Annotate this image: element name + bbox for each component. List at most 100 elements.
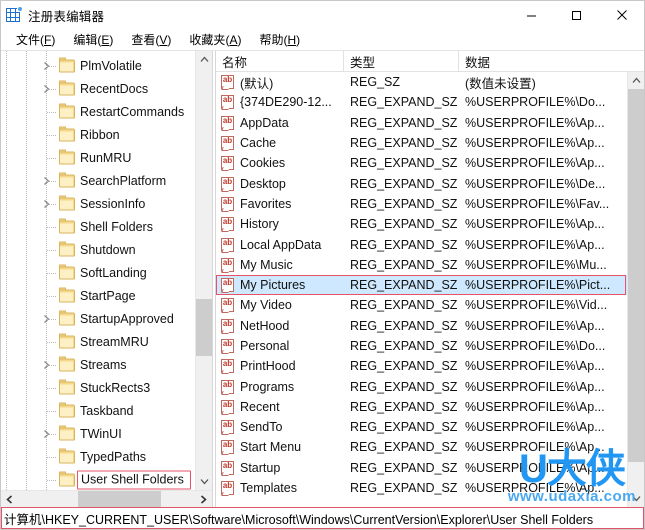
tree-item-taskband[interactable]: Taskband (1, 399, 212, 422)
tree-scroll-right-icon[interactable] (195, 491, 212, 508)
tree-item-stuckrects3[interactable]: StuckRects3 (1, 376, 212, 399)
tree-item-runmru[interactable]: RunMRU (1, 146, 212, 169)
tree-scroll-down-icon[interactable] (196, 473, 213, 490)
tree-item-searchplatform[interactable]: SearchPlatform (1, 169, 212, 192)
title-bar: 注册表编辑器 (1, 1, 644, 29)
cell-name: SendTo (240, 420, 283, 435)
tree-vertical-scrollbar[interactable] (195, 51, 212, 490)
tree-item-startpage[interactable]: StartPage (1, 284, 212, 307)
table-row[interactable]: ab (默认) REG_SZ (数值未设置) (216, 72, 627, 92)
string-value-icon: ab (221, 460, 235, 476)
tree-scroll-track[interactable] (195, 68, 212, 473)
maximize-icon[interactable] (554, 1, 599, 29)
table-row[interactable]: ab Start Menu REG_EXPAND_SZ %USERPROFILE%\A… (216, 437, 627, 457)
table-row[interactable]: ab My Music REG_EXPAND_SZ %USERPROFILE%\Mu.… (216, 255, 627, 275)
tree-connector-line (47, 410, 57, 412)
table-row[interactable]: ab Personal REG_EXPAND_SZ %USERPROFILE%\Do.… (216, 336, 627, 356)
table-row[interactable]: ab Templates REG_EXPAND_SZ %USERPROFILE%\Ap… (216, 478, 627, 498)
column-header-type[interactable]: 类型 (344, 51, 459, 72)
table-row[interactable]: ab Favorites REG_EXPAND_SZ %USERPROFILE%\Fa… (216, 194, 627, 214)
table-row[interactable]: ab PrintHood REG_EXPAND_SZ %USERPROFILE%\Ap… (216, 356, 627, 376)
tree-hscroll-track[interactable] (18, 490, 195, 507)
table-row[interactable]: ab My Pictures REG_EXPAND_SZ %USERPROFILE%\… (216, 274, 627, 296)
list-vertical-scrollbar[interactable] (627, 72, 644, 507)
tree-item-softlanding[interactable]: SoftLanding (1, 261, 212, 284)
list-scroll-up-icon[interactable] (628, 72, 645, 89)
cell-type: REG_EXPAND_SZ (350, 440, 458, 455)
tree-connector-line (47, 295, 57, 297)
table-row[interactable]: ab My Video REG_EXPAND_SZ %USERPROFILE%\Vid… (216, 295, 627, 315)
table-row[interactable]: ab Cookies REG_EXPAND_SZ %USERPROFILE%\Ap..… (216, 153, 627, 173)
table-row[interactable]: ab NetHood REG_EXPAND_SZ %USERPROFILE%\Ap..… (216, 316, 627, 336)
cell-data: %USERPROFILE%\Ap... (465, 359, 605, 374)
tree-item-shell-folders[interactable]: Shell Folders (1, 215, 212, 238)
registry-tree-pane: PlmVolatile RecentDocs RestartCommands Ribb… (1, 51, 212, 507)
table-row[interactable]: ab Desktop REG_EXPAND_SZ %USERPROFILE%\De..… (216, 173, 627, 193)
string-value-icon: ab (221, 115, 235, 131)
tree-item-label: StartPage (80, 288, 136, 303)
cell-data: %USERPROFILE%\Fav... (465, 196, 610, 211)
menu-view[interactable]: 查看(V) (122, 30, 180, 50)
menu-help[interactable]: 帮助(H) (250, 30, 309, 50)
list-scroll-thumb[interactable] (627, 89, 644, 462)
tree-item-shutdown[interactable]: Shutdown (1, 238, 212, 261)
menu-view-label: 查看 (131, 32, 156, 47)
tree-item-restartcommands[interactable]: RestartCommands (1, 100, 212, 123)
folder-icon (59, 126, 75, 141)
table-row[interactable]: ab {374DE290-12... REG_EXPAND_SZ %USERPROFI… (216, 92, 627, 112)
tree-item-ribbon[interactable]: Ribbon (1, 123, 212, 146)
tree-item-label: Shell Folders (80, 219, 153, 234)
menu-favorites[interactable]: 收藏夹(A) (180, 30, 250, 50)
tree-item-typedpaths[interactable]: TypedPaths (1, 445, 212, 468)
column-header-data[interactable]: 数据 (459, 51, 644, 72)
tree-connector-line (47, 65, 57, 67)
tree-connector-line (47, 226, 57, 228)
tree-scroll-up-icon[interactable] (196, 51, 213, 68)
tree-item-sessioninfo[interactable]: SessionInfo (1, 192, 212, 215)
table-row[interactable]: ab Recent REG_EXPAND_SZ %USERPROFILE%\Ap... (216, 397, 627, 417)
cell-data: %USERPROFILE%\Ap... (465, 156, 605, 171)
cell-type: REG_EXPAND_SZ (350, 278, 458, 293)
table-row[interactable]: ab History REG_EXPAND_SZ %USERPROFILE%\Ap..… (216, 214, 627, 234)
menu-file[interactable]: 文件(F) (7, 30, 64, 50)
tree-item-streammru[interactable]: StreamMRU (1, 330, 212, 353)
tree-item-label: StreamMRU (80, 334, 149, 349)
folder-icon (59, 57, 75, 72)
tree-item-twinui[interactable]: TWinUI (1, 422, 212, 445)
table-row[interactable]: ab AppData REG_EXPAND_SZ %USERPROFILE%\Ap..… (216, 113, 627, 133)
tree-scroll-left-icon[interactable] (1, 491, 18, 508)
menu-edit[interactable]: 编辑(E) (64, 30, 122, 50)
tree-item-label: PlmVolatile (80, 58, 142, 73)
table-row[interactable]: ab Startup REG_EXPAND_SZ %USERPROFILE%\Ap..… (216, 458, 627, 478)
tree-connector-line (47, 180, 57, 182)
tree-connector-line (47, 318, 57, 320)
tree-hscroll-thumb[interactable] (78, 490, 162, 507)
column-header-name[interactable]: 名称 (216, 51, 344, 72)
list-scroll-down-icon[interactable] (628, 490, 645, 507)
string-value-icon: ab (221, 278, 235, 294)
folder-icon (59, 471, 75, 486)
tree-item-streams[interactable]: Streams (1, 353, 212, 376)
folder-icon (59, 149, 75, 164)
tree-scroll-thumb[interactable] (195, 298, 212, 356)
status-bar-path: 计算机\HKEY_CURRENT_USER\Software\Microsoft… (4, 512, 594, 527)
tree-item-startupapproved[interactable]: StartupApproved (1, 307, 212, 330)
folder-icon (59, 287, 75, 302)
table-row[interactable]: ab Local AppData REG_EXPAND_SZ %USERPROFILE… (216, 234, 627, 254)
table-row[interactable]: ab Cache REG_EXPAND_SZ %USERPROFILE%\Ap... (216, 133, 627, 153)
minimize-icon[interactable] (509, 1, 554, 29)
tree-item-plmvolatile[interactable]: PlmVolatile (1, 54, 212, 77)
table-row[interactable]: ab SendTo REG_EXPAND_SZ %USERPROFILE%\Ap... (216, 417, 627, 437)
list-scroll-track[interactable] (627, 89, 644, 490)
close-icon[interactable] (599, 1, 644, 29)
cell-data: %USERPROFILE%\Ap... (465, 237, 605, 252)
tree-connector-line (47, 272, 57, 274)
tree-horizontal-scrollbar[interactable] (1, 490, 212, 507)
cell-type: REG_EXPAND_SZ (350, 156, 458, 171)
tree-item-user-shell-folders[interactable]: User Shell Folders (1, 468, 212, 490)
table-row[interactable]: ab Programs REG_EXPAND_SZ %USERPROFILE%\Ap.… (216, 376, 627, 396)
string-value-icon: ab (221, 196, 235, 212)
tree-item-recentdocs[interactable]: RecentDocs (1, 77, 212, 100)
tree-item-label: StartupApproved (80, 311, 174, 326)
tree-item-label: User Shell Folders (77, 470, 191, 489)
